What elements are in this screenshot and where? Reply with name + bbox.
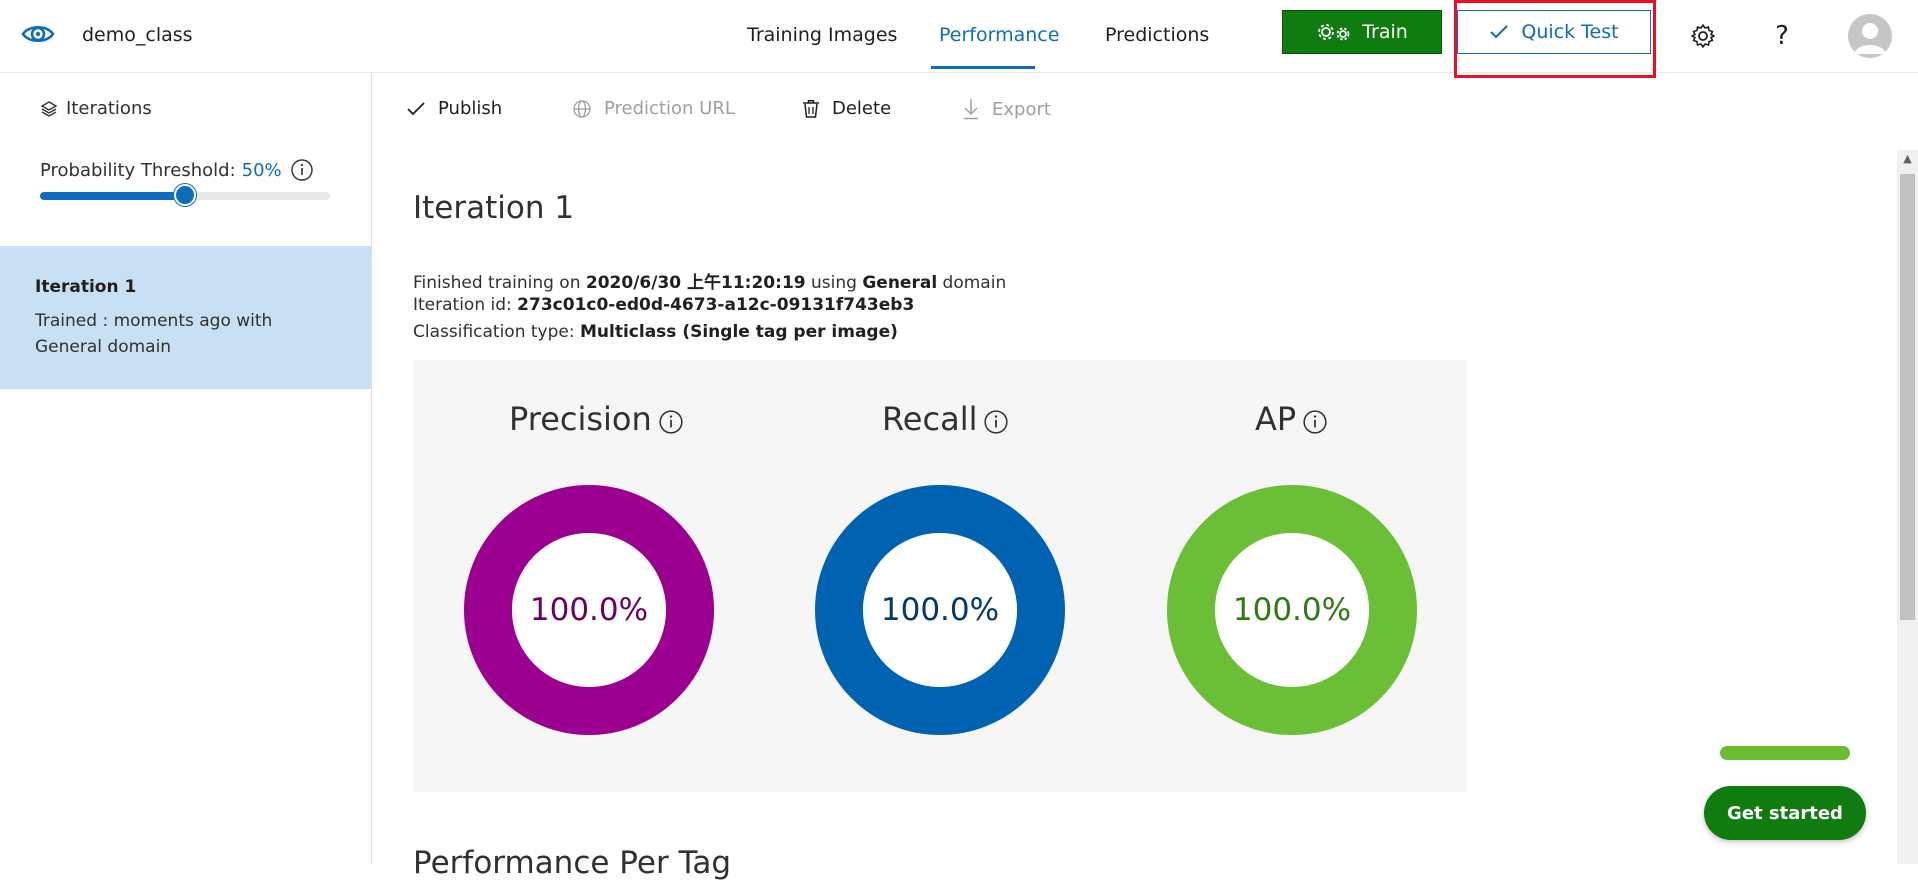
- info-icon[interactable]: [658, 409, 684, 435]
- ap-title: AP: [1255, 400, 1328, 438]
- iteration-id-line: Iteration id: 273c01c0-ed0d-4673-a12c-09…: [413, 295, 914, 315]
- performance-per-tag-heading: Performance Per Tag: [413, 845, 732, 881]
- finished-date: 2020/6/30 上午11:20:19: [585, 273, 806, 293]
- classification-label: Classification type:: [413, 322, 580, 342]
- info-icon[interactable]: [983, 409, 1009, 435]
- finished-mid: using: [805, 273, 863, 293]
- threshold-text: Probability Threshold:: [40, 159, 236, 181]
- download-icon: [964, 99, 978, 120]
- iterations-label: Iterations: [66, 98, 152, 119]
- gears-icon: [1318, 24, 1350, 41]
- info-icon[interactable]: [290, 158, 314, 182]
- iteration-item-description: Trained : moments ago with General domai…: [35, 311, 273, 357]
- train-button[interactable]: Train: [1282, 10, 1442, 54]
- scrollbar-thumb[interactable]: [1900, 174, 1915, 620]
- tab-performance[interactable]: Performance: [939, 24, 1059, 46]
- export-label: Export: [992, 98, 1051, 120]
- quick-test-label: Quick Test: [1521, 21, 1619, 43]
- precision-value: 100.0%: [529, 592, 649, 628]
- quick-test-button[interactable]: Quick Test: [1457, 10, 1651, 54]
- checkmark-icon: [407, 101, 425, 115]
- tab-predictions[interactable]: Predictions: [1105, 24, 1209, 46]
- get-started-button[interactable]: Get started: [1704, 786, 1866, 840]
- ap-value: 100.0%: [1232, 592, 1352, 628]
- tab-training-images[interactable]: Training Images: [747, 24, 897, 46]
- publish-label: Publish: [438, 98, 503, 119]
- precision-title: Precision: [509, 400, 684, 438]
- prediction-url-button[interactable]: Prediction URL: [572, 98, 735, 119]
- help-icon[interactable]: ?: [1762, 18, 1802, 54]
- trash-icon: [803, 99, 819, 118]
- precision-label: Precision: [509, 400, 652, 438]
- recall-value: 100.0%: [880, 592, 1000, 628]
- active-tab-underline: [931, 66, 1035, 69]
- finished-domain: General: [862, 273, 938, 293]
- prediction-url-label: Prediction URL: [604, 98, 735, 119]
- settings-gear-icon[interactable]: [1683, 18, 1723, 54]
- finished-suffix: domain: [937, 273, 1007, 293]
- layers-icon: [40, 100, 58, 117]
- scroll-up-arrow-icon[interactable]: ▲: [1900, 152, 1915, 168]
- user-avatar[interactable]: [1848, 14, 1892, 58]
- recall-label: Recall: [882, 400, 978, 438]
- finished-training-line: Finished training on 2020/6/30 上午11:20:1…: [413, 268, 1006, 293]
- recall-title: Recall: [882, 400, 1009, 438]
- threshold-slider-thumb[interactable]: [174, 184, 196, 206]
- iteration-id-label: Iteration id:: [413, 295, 518, 315]
- publish-button[interactable]: Publish: [406, 98, 502, 119]
- globe-icon: [573, 99, 591, 118]
- classification-type-line: Classification type: Multiclass (Single …: [413, 322, 898, 342]
- get-started-progress-bar: [1720, 746, 1850, 760]
- project-name[interactable]: demo_class: [82, 24, 193, 46]
- delete-label: Delete: [832, 98, 892, 119]
- classification-value: Multiclass (Single tag per image): [580, 322, 898, 342]
- ap-donut: 100.0%: [1166, 484, 1418, 736]
- threshold-value: 50%: [241, 159, 282, 181]
- checkmark-icon: [1490, 25, 1509, 39]
- probability-threshold-label: Probability Threshold: 50%: [40, 158, 314, 182]
- ap-label: AP: [1255, 400, 1297, 438]
- recall-donut: 100.0%: [814, 484, 1066, 736]
- precision-donut: 100.0%: [463, 484, 715, 736]
- train-button-label: Train: [1362, 21, 1408, 43]
- iteration-id-value: 273c01c0-ed0d-4673-a12c-09131f743eb3: [517, 295, 915, 315]
- export-button[interactable]: Export: [962, 98, 1051, 120]
- threshold-slider-fill: [40, 192, 185, 200]
- info-icon[interactable]: [1302, 409, 1328, 435]
- iterations-header: Iterations: [40, 98, 152, 119]
- iteration-item-title: Iteration 1: [35, 277, 137, 297]
- finished-prefix: Finished training on: [413, 273, 586, 293]
- custom-vision-logo-icon[interactable]: [20, 16, 56, 52]
- iteration-heading: Iteration 1: [413, 190, 575, 226]
- delete-button[interactable]: Delete: [802, 98, 891, 119]
